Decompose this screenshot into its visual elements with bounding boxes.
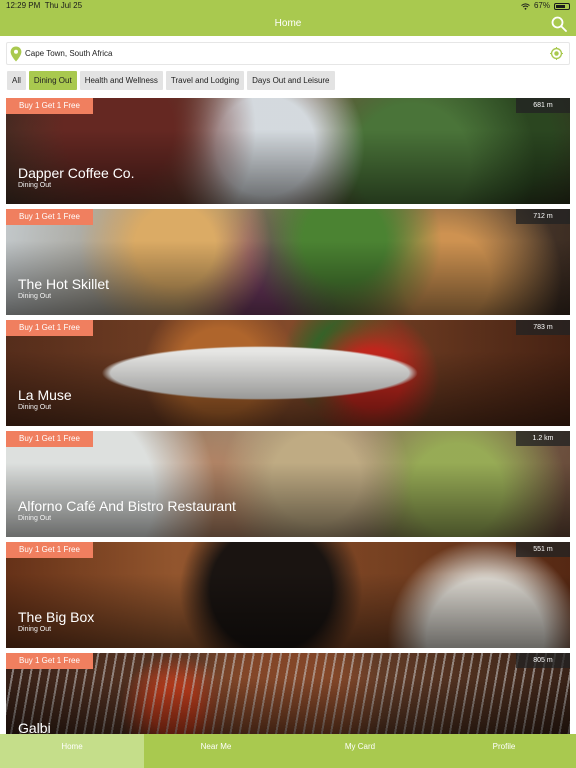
filter-chip-all[interactable]: All (7, 71, 26, 90)
filter-chip-travel-lodging[interactable]: Travel and Lodging (165, 71, 245, 90)
distance-badge: 1.2 km (516, 431, 570, 446)
promo-badge: Buy 1 Get 1 Free (6, 320, 93, 336)
promo-badge: Buy 1 Get 1 Free (6, 98, 93, 114)
tab-profile[interactable]: Profile (432, 734, 576, 768)
listing-card[interactable]: Buy 1 Get 1 Free 712 m The Hot Skillet D… (6, 209, 570, 315)
status-bar: 12:29 PM Thu Jul 25 67% (0, 0, 576, 12)
listing-name: The Hot Skillet (18, 276, 110, 292)
filter-chip-health-wellness[interactable]: Health and Wellness (79, 71, 163, 90)
listing-category: Dining Out (18, 182, 52, 189)
top-nav-bar: Home (0, 12, 576, 36)
tab-near-me[interactable]: Near Me (144, 734, 288, 768)
promo-badge: Buy 1 Get 1 Free (6, 209, 93, 225)
distance-badge: 783 m (516, 320, 570, 335)
listing-category: Dining Out (18, 404, 52, 411)
filter-chip-days-out-leisure[interactable]: Days Out and Leisure (247, 71, 335, 90)
current-location-icon[interactable] (550, 47, 563, 60)
promo-badge: Buy 1 Get 1 Free (6, 542, 93, 558)
listing-card[interactable]: Buy 1 Get 1 Free 783 m La Muse Dining Ou… (6, 320, 570, 426)
listing-category: Dining Out (18, 515, 52, 522)
location-pin-icon (10, 46, 22, 62)
search-icon[interactable] (551, 16, 567, 32)
battery-icon (554, 2, 570, 10)
distance-badge: 551 m (516, 542, 570, 557)
distance-badge: 712 m (516, 209, 570, 224)
category-filter-bar: All Dining Out Health and Wellness Trave… (7, 71, 335, 91)
distance-badge: 805 m (516, 653, 570, 668)
distance-badge: 681 m (516, 98, 570, 113)
battery-percent: 67% (533, 1, 550, 10)
status-time-date: 12:29 PM Thu Jul 25 (6, 0, 82, 12)
status-indicators: 67% (521, 0, 570, 12)
location-field[interactable]: Cape Town, South Africa (6, 42, 570, 65)
tab-home[interactable]: Home (0, 734, 144, 768)
listing-card[interactable]: Buy 1 Get 1 Free 1.2 km Alforno Café And… (6, 431, 570, 537)
listing-name: Dapper Coffee Co. (18, 165, 135, 181)
promo-badge: Buy 1 Get 1 Free (6, 653, 93, 669)
bottom-tab-bar: Home Near Me My Card Profile (0, 734, 576, 768)
page-title: Home (274, 18, 302, 29)
listing-name: The Big Box (18, 609, 95, 625)
tab-my-card[interactable]: My Card (288, 734, 432, 768)
listing-card[interactable]: Buy 1 Get 1 Free 551 m The Big Box Dinin… (6, 542, 570, 648)
promo-badge: Buy 1 Get 1 Free (6, 431, 93, 447)
listing-card[interactable]: Buy 1 Get 1 Free 681 m Dapper Coffee Co.… (6, 98, 570, 204)
status-date: Thu Jul 25 (44, 1, 83, 10)
listing-card[interactable]: Buy 1 Get 1 Free 805 m Galbi (6, 653, 570, 734)
location-text: Cape Town, South Africa (25, 49, 113, 58)
status-time: 12:29 PM (6, 1, 41, 10)
filter-chip-dining-out[interactable]: Dining Out (28, 71, 77, 90)
listing-name: Alforno Café And Bistro Restaurant (18, 498, 236, 514)
listing-name: La Muse (18, 387, 72, 403)
wifi-icon (521, 2, 530, 10)
listing-name: Galbi (18, 720, 51, 734)
listing-category: Dining Out (18, 626, 52, 633)
listing-category: Dining Out (18, 293, 52, 300)
